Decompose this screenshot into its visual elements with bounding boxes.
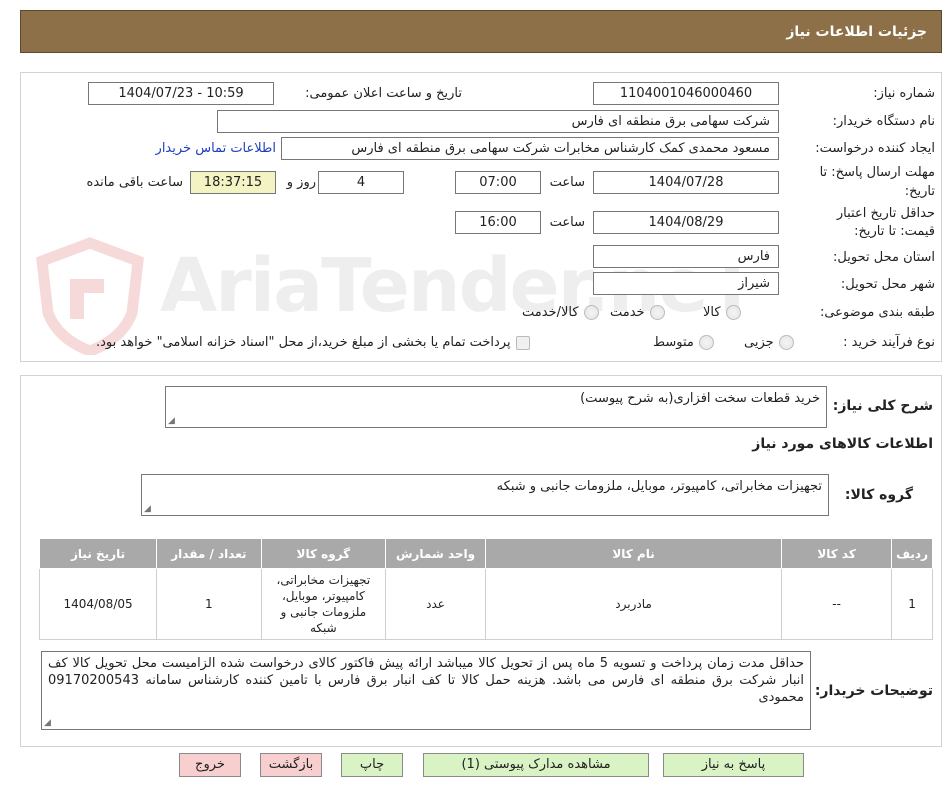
items-table: ردیف کد کالا نام کالا واحد شمارش گروه کا… xyxy=(38,538,933,640)
category-label: طبقه بندی موضوعی: xyxy=(819,305,935,320)
need-number-label: شماره نیاز: xyxy=(873,86,935,101)
deadline-label-line2: تاریخ: xyxy=(904,184,935,199)
exit-button[interactable]: خروج xyxy=(179,753,241,777)
announce-datetime-label: تاریخ و ساعت اعلان عمومی: xyxy=(305,86,462,101)
radio-icon[interactable] xyxy=(698,335,714,350)
cell-name: مادربرد xyxy=(485,568,783,640)
reply-button[interactable]: پاسخ به نیاز xyxy=(663,753,804,777)
page-header: جزئیات اطلاعات نیاز xyxy=(20,10,942,53)
category-option-service[interactable]: خدمت xyxy=(610,305,665,320)
items-info-title: اطلاعات کالاهای مورد نیاز xyxy=(752,436,933,452)
col-qty: تعداد / مقدار xyxy=(156,538,262,569)
view-attachments-button[interactable]: مشاهده مدارک پیوستی (1) xyxy=(423,753,649,777)
buyer-notes-textarea: حداقل مدت زمان پرداخت و تسویه 5 ماه پس ا… xyxy=(41,651,811,730)
goods-group-label: گروه کالا: xyxy=(844,487,913,503)
cell-qty: 1 xyxy=(156,568,262,640)
days-remaining-field: 4 xyxy=(318,171,404,194)
buyer-notes-label: توضیحات خریدار: xyxy=(814,683,933,699)
table-row: 1 -- مادربرد عدد تجهیزات مخابراتی، کامپی… xyxy=(38,568,933,640)
days-word: روز و xyxy=(286,175,316,190)
page-title: جزئیات اطلاعات نیاز xyxy=(786,24,927,40)
buyer-org-field: شرکت سهامی برق منطقه ای فارس xyxy=(217,110,779,133)
time-remaining-field: 18:37:15 xyxy=(190,171,276,194)
checkbox-icon[interactable] xyxy=(515,335,530,350)
remaining-word: ساعت باقی مانده xyxy=(86,175,183,190)
deadline-time-field: 07:00 xyxy=(455,171,541,194)
treasury-checkbox-row[interactable]: پرداخت تمام یا بخشی از مبلغ خرید،از محل … xyxy=(96,335,530,350)
creator-label: ایجاد کننده درخواست: xyxy=(815,141,935,156)
validity-time-field: 16:00 xyxy=(455,211,541,234)
process-option-minor[interactable]: جزیی xyxy=(744,335,794,350)
print-button[interactable]: چاپ xyxy=(341,753,403,777)
summary-label: شرح کلی نیاز: xyxy=(832,398,933,414)
goods-group-textarea: تجهیزات مخابراتی، کامپیوتر، موبایل، ملزو… xyxy=(141,474,829,516)
radio-icon[interactable] xyxy=(725,305,741,320)
validity-time-word: ساعت xyxy=(549,215,585,230)
treasury-note: پرداخت تمام یا بخشی از مبلغ خرید،از محل … xyxy=(96,335,511,350)
city-field: شیراز xyxy=(593,272,779,295)
radio-icon[interactable] xyxy=(583,305,599,320)
summary-textarea: خرید قطعات سخت افزاری(به شرح پیوست) ◢ xyxy=(165,386,827,428)
process-option-medium[interactable]: متوسط xyxy=(653,335,714,350)
cell-date: 1404/08/05 xyxy=(38,568,158,640)
resize-grip-icon: ◢ xyxy=(168,416,175,426)
col-unit: واحد شمارش xyxy=(385,538,487,569)
buyer-notes-text: حداقل مدت زمان پرداخت و تسویه 5 ماه پس ا… xyxy=(48,656,805,705)
cell-row: 1 xyxy=(891,568,933,640)
validity-date-field: 1404/08/29 xyxy=(593,211,779,234)
province-label: استان محل تحویل: xyxy=(833,250,935,265)
city-label: شهر محل تحویل: xyxy=(840,277,935,292)
summary-text: خرید قطعات سخت افزاری(به شرح پیوست) xyxy=(580,391,820,406)
cell-code: -- xyxy=(781,568,893,640)
buyer-org-label: نام دستگاه خریدار: xyxy=(832,114,935,129)
radio-icon[interactable] xyxy=(649,305,665,320)
category-option-goods-service[interactable]: کالا/خدمت xyxy=(522,305,599,320)
province-field: فارس xyxy=(593,245,779,268)
col-name: نام کالا xyxy=(485,538,783,569)
table-header-row: ردیف کد کالا نام کالا واحد شمارش گروه کا… xyxy=(38,538,933,569)
creator-field: مسعود محمدی کمک کارشناس مخابرات شرکت سها… xyxy=(281,137,779,160)
validity-label-line2: قیمت: تا تاریخ: xyxy=(854,224,935,239)
resize-grip-icon: ◢ xyxy=(144,504,151,514)
category-option-goods[interactable]: کالا xyxy=(703,305,741,320)
deadline-time-word: ساعت xyxy=(549,175,585,190)
buyer-contact-link[interactable]: اطلاعات تماس خریدار xyxy=(156,141,276,156)
deadline-date-field: 1404/07/28 xyxy=(593,171,779,194)
col-group: گروه کالا xyxy=(260,538,387,569)
cell-group: تجهیزات مخابراتی، کامپیوتر، موبایل، ملزو… xyxy=(260,568,387,640)
announce-datetime-field: 1404/07/23 - 10:59 xyxy=(88,82,274,105)
need-number-field: 1104001046000460 xyxy=(593,82,779,105)
process-label: نوع فرآیند خرید : xyxy=(843,335,935,350)
col-code: کد کالا xyxy=(781,538,893,569)
back-button[interactable]: بازگشت xyxy=(260,753,322,777)
goods-group-text: تجهیزات مخابراتی، کامپیوتر، موبایل، ملزو… xyxy=(496,479,822,494)
cell-unit: عدد xyxy=(385,568,487,640)
col-date: تاریخ نیاز xyxy=(38,538,158,569)
resize-grip-icon: ◢ xyxy=(44,718,51,728)
validity-label-line1: حداقل تاریخ اعتبار xyxy=(836,206,935,221)
col-row: ردیف xyxy=(891,538,933,569)
radio-icon[interactable] xyxy=(778,335,794,350)
deadline-label-line1: مهلت ارسال پاسخ: تا xyxy=(819,165,935,180)
